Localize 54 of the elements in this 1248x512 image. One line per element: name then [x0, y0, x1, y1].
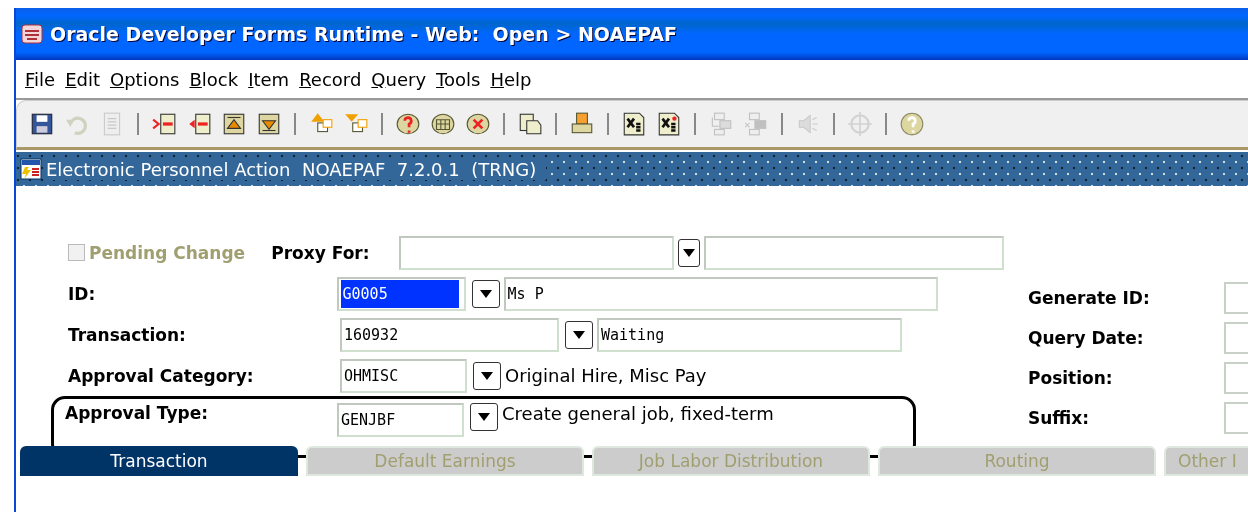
- menu-item[interactable]: Item: [243, 68, 295, 90]
- input-field[interactable]: [703, 235, 1004, 270]
- caret-icon: [481, 371, 493, 380]
- field-label: Transaction:: [68, 324, 187, 345]
- field-label: Proxy For:: [271, 242, 371, 263]
- input-field[interactable]: OHMISC: [340, 358, 467, 393]
- menu-item[interactable]: Query: [366, 68, 432, 90]
- caret-icon: [573, 330, 585, 339]
- field-label: Generate ID:: [1028, 288, 1151, 308]
- database-question-icon[interactable]: [395, 111, 421, 137]
- form-window-icon: [20, 158, 42, 180]
- app-logo-icon: [20, 23, 44, 45]
- up-triangle-document-icon[interactable]: [221, 111, 247, 137]
- tab[interactable]: Transaction: [20, 446, 298, 476]
- input-field[interactable]: GENJBF: [337, 403, 464, 437]
- menu-item[interactable]: Record: [294, 68, 367, 90]
- save-icon[interactable]: [29, 111, 55, 137]
- database-grid-icon[interactable]: [430, 111, 456, 137]
- caret-icon: [478, 413, 490, 421]
- window-title: Oracle Developer Forms Runtime - Web: Open > NOAEPAF: [50, 23, 678, 45]
- input-field[interactable]: Waiting: [597, 317, 902, 352]
- field-label: Query Date:: [1028, 328, 1145, 348]
- xs-document-icon[interactable]: [621, 111, 647, 137]
- input-field[interactable]: 160932: [340, 317, 559, 352]
- menu-item[interactable]: Block: [184, 68, 244, 90]
- dropdown-button[interactable]: [471, 279, 500, 308]
- description-text: Original Hire, Misc Pay: [505, 365, 707, 386]
- menu-item[interactable]: Help: [485, 68, 537, 90]
- dropdown-button[interactable]: [470, 403, 498, 431]
- menu-item[interactable]: Tools: [431, 68, 486, 90]
- caret-icon: [479, 289, 492, 298]
- field-label: Approval Category:: [68, 365, 255, 386]
- menu-item[interactable]: Edit: [60, 68, 105, 90]
- field-label: Position:: [1028, 368, 1114, 388]
- menu-item[interactable]: Options: [105, 68, 185, 90]
- checkbox-label: Pending Change: [89, 242, 246, 263]
- documents-icon[interactable]: [517, 111, 543, 137]
- field-label: ID:: [68, 283, 97, 304]
- menu-item[interactable]: File: [20, 68, 61, 90]
- input-field[interactable]: Ms P: [503, 276, 938, 311]
- field-label: Approval Type:: [65, 403, 209, 423]
- dropdown-button[interactable]: [473, 361, 501, 390]
- input-field[interactable]: [399, 235, 675, 270]
- caret-icon: [682, 248, 695, 257]
- dropdown-button[interactable]: [678, 238, 700, 267]
- form-title: Electronic Personnel Action NOAEPAF 7.2.0.1 (TRNG): [46, 158, 547, 180]
- insert-record-icon[interactable]: [151, 111, 177, 137]
- help-icon[interactable]: [899, 111, 925, 137]
- database-cross-icon[interactable]: [465, 111, 491, 137]
- input-field[interactable]: G0005: [336, 276, 466, 311]
- field-label: Suffix:: [1028, 408, 1091, 428]
- down-triangle-document-icon[interactable]: [256, 111, 282, 137]
- description-text: Create general job, fixed-term: [502, 403, 774, 424]
- dropdown-button[interactable]: [565, 320, 593, 349]
